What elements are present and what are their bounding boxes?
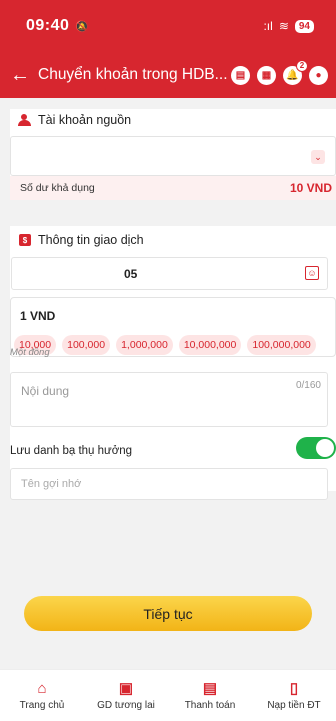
qr-code-icon[interactable]: ▦ [257,65,276,85]
save-beneficiary-label: Lưu danh bạ thụ hưởng [10,445,133,457]
tab-label: GD tương lai [97,700,155,711]
content-textarea[interactable]: Nội dung 0/160 [10,372,328,427]
status-bar: 09:40 🔕 :ıl ≋ 94 [0,0,336,52]
back-button[interactable]: ← [10,65,38,85]
bill-payment-icon: ▤ [202,680,218,697]
scan-icon[interactable]: ▤ [231,65,250,85]
quick-amount-chip[interactable]: 100,000 [62,335,111,355]
info-card-icon: $ [19,234,31,246]
amount-in-words: Một đồng [10,347,50,358]
tab-bill-payment[interactable]: ▤ Thanh toán [168,680,252,711]
quick-amount-chip[interactable]: 100,000,000 [247,335,316,355]
transaction-info-label: Thông tin giao dịch [38,233,144,247]
source-account-select[interactable]: ⌄ [10,136,336,176]
signal-icon: :ıl [263,19,273,33]
tab-mobile-topup[interactable]: ▯ Nạp tiền ĐT [252,680,336,711]
chevron-down-icon: ⌄ [311,150,325,164]
source-account-label: Tài khoản nguồn [38,113,132,127]
notification-badge: 2 [296,59,308,72]
nickname-input[interactable]: Tên gợi nhớ [10,468,328,500]
continue-button[interactable]: Tiếp tục [24,596,312,631]
mute-icon: 🔕 [75,20,90,33]
tab-future-transaction[interactable]: ▣ GD tương lai [84,680,168,711]
quick-amount-chip[interactable]: 1,000,000 [116,335,173,355]
transaction-info-section: $ Thông tin giao dịch 05 ☺ 1 VND 10,000 … [10,226,336,500]
transaction-info-title: $ Thông tin giao dịch [19,233,144,247]
save-beneficiary-toggle[interactable] [296,437,336,459]
page-title: Chuyển khoản trong HDB... [38,66,228,83]
source-account-section: Tài khoản nguồn ⌄ Số dư khả dụng 10 VND [10,109,336,200]
nickname-placeholder: Tên gợi nhớ [21,478,82,490]
contact-book-icon[interactable]: ☺ [305,266,319,280]
nav-bar: ← Chuyển khoản trong HDB... ▤ ▦ 🔔 2 ● [0,52,336,98]
tab-home[interactable]: ⌂ Trang chủ [0,679,84,712]
bottom-tab-bar: ⌂ Trang chủ ▣ GD tương lai ▤ Thanh toán … [0,669,336,721]
quick-amount-chips: 10,000 100,000 1,000,000 10,000,000 100,… [14,335,316,355]
battery-icon: 94 [294,19,314,33]
tab-label: Nạp tiền ĐT [267,700,321,711]
future-transaction-icon: ▣ [118,680,134,697]
source-account-title: Tài khoản nguồn [18,113,131,127]
person-icon [18,114,31,126]
amount-value: 1 VND [20,309,56,323]
app-header: 09:40 🔕 :ıl ≋ 94 ← Chuyển khoản trong HD… [0,0,336,98]
mobile-topup-icon: ▯ [289,680,299,697]
quick-amount-chip[interactable]: 10,000,000 [178,335,242,355]
chat-icon[interactable]: ● [309,65,328,85]
account-number-value: 05 [124,267,138,281]
bell-icon[interactable]: 🔔 2 [283,59,308,85]
balance-label: Số dư khả dụng [20,182,95,194]
account-number-field[interactable]: 05 ☺ [11,257,328,290]
balance-row: Số dư khả dụng 10 VND [10,176,336,200]
status-time: 09:40 [26,17,70,34]
amount-field[interactable]: 1 VND 10,000 100,000 1,000,000 10,000,00… [10,297,336,357]
balance-value: 10 VND [289,181,332,195]
home-icon: ⌂ [37,679,47,697]
wifi-icon: ≋ [278,19,289,33]
content-counter: 0/160 [295,380,321,391]
tab-label: Trang chủ [19,700,65,711]
tab-label: Thanh toán [184,700,236,711]
content-placeholder: Nội dung [21,384,70,398]
